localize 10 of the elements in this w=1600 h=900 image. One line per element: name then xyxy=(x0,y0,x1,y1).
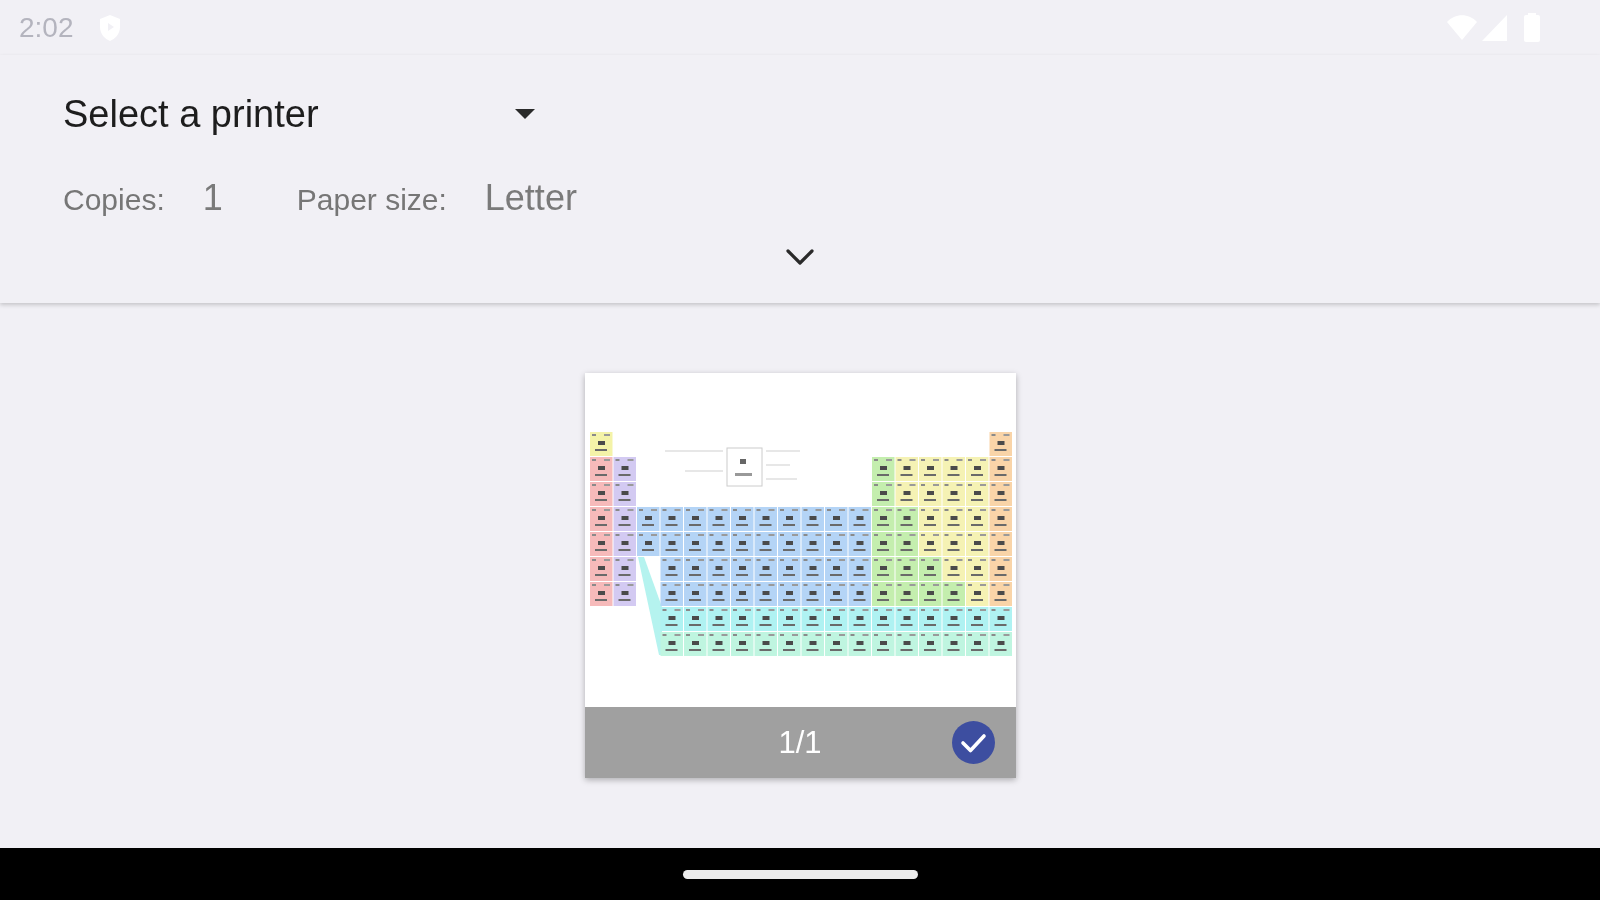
caret-icon xyxy=(515,109,535,119)
summary-label: Paper size: xyxy=(296,183,447,217)
check-circle-icon[interactable] xyxy=(951,721,995,764)
summary-label: Copies: xyxy=(63,183,165,217)
status-time: 2:02 xyxy=(19,11,74,44)
summary-value: 1 xyxy=(202,177,223,219)
page-number: 1/1 xyxy=(778,724,822,761)
summary-value: Letter xyxy=(484,177,577,219)
home-indicator[interactable] xyxy=(682,869,918,879)
printer-dropdown[interactable]: Select a printer xyxy=(63,88,541,140)
